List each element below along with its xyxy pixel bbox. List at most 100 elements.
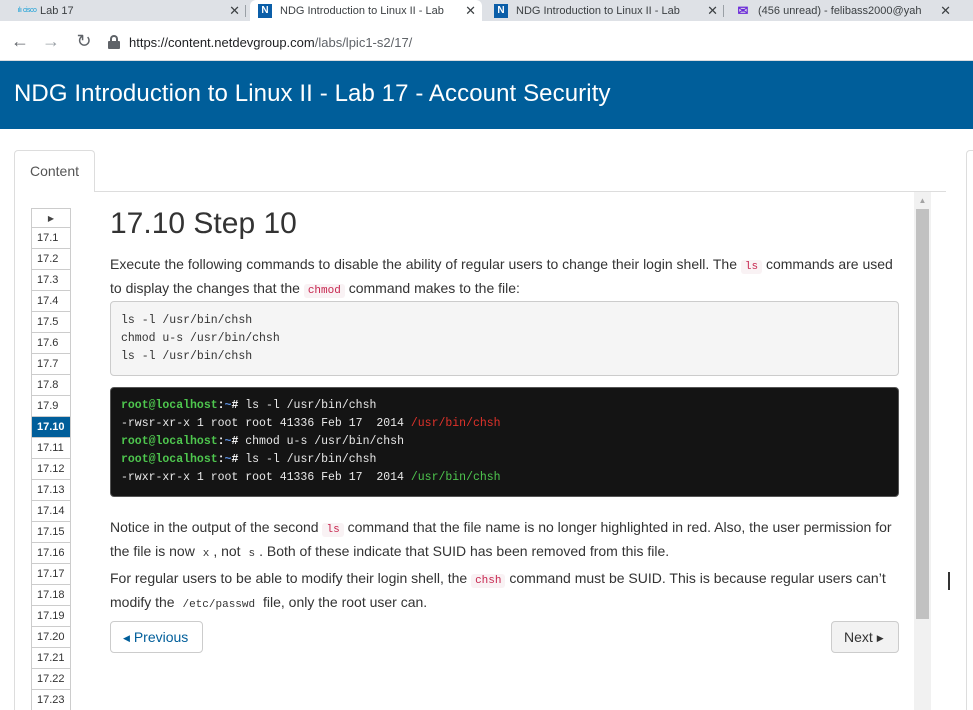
- step-nav-item[interactable]: 17.7: [32, 354, 70, 375]
- scroll-up-arrow-icon[interactable]: ▲: [914, 192, 931, 209]
- step-nav-item[interactable]: 17.2: [32, 249, 70, 270]
- tab-title: NDG Introduction to Linux II - Lab: [280, 4, 444, 17]
- terminal-line: root@localhost:~# ls -l /usr/bin/chsh: [121, 397, 888, 415]
- vertical-scrollbar[interactable]: ▲: [914, 192, 931, 710]
- prompt-user: root@localhost: [121, 435, 218, 448]
- step-nav-item[interactable]: 17.5: [32, 312, 70, 333]
- notice-paragraph: Notice in the output of the second ls co…: [110, 517, 899, 565]
- close-tab-icon[interactable]: ✕: [229, 3, 240, 19]
- page-header: NDG Introduction to Linux II - Lab 17 - …: [0, 61, 973, 129]
- intro-paragraph: Execute the following commands to disabl…: [110, 254, 899, 302]
- tab-separator: [723, 5, 724, 17]
- ndg-n-icon: N: [258, 3, 272, 18]
- forward-arrow-icon[interactable]: →: [40, 30, 62, 52]
- tab-title: NDG Introduction to Linux II - Lab: [516, 4, 680, 17]
- step-nav-item[interactable]: 17.9: [32, 396, 70, 417]
- exec-file-name: /usr/bin/chsh: [410, 471, 501, 484]
- terminal-line: root@localhost:~# chmod u-s /usr/bin/chs…: [121, 433, 888, 451]
- resize-handle[interactable]: [948, 572, 950, 590]
- terminal-command: ls -l /usr/bin/chsh: [238, 453, 377, 466]
- expand-caret-icon[interactable]: ▶: [32, 209, 70, 228]
- step-nav-item[interactable]: 17.23: [32, 690, 70, 710]
- browser-tab-yahoo-mail[interactable]: ✉ (456 unread) - felibass2000@yah ✕: [730, 0, 973, 21]
- step-nav-item[interactable]: 17.22: [32, 669, 70, 690]
- step-nav-item[interactable]: 17.14: [32, 501, 70, 522]
- browser-tab-lab17[interactable]: ılıılı cisco Lab 17 ✕: [18, 0, 246, 21]
- step-nav-item[interactable]: 17.18: [32, 585, 70, 606]
- back-arrow-icon[interactable]: ←: [9, 30, 31, 52]
- step-nav-item[interactable]: 17.19: [32, 606, 70, 627]
- tab-title: Lab 17: [40, 4, 74, 17]
- step-nav-item[interactable]: 17.10: [32, 417, 70, 438]
- lock-icon: [107, 35, 121, 49]
- chevron-right-icon: ▶: [876, 633, 884, 643]
- text: For regular users to be able to modify t…: [110, 570, 472, 586]
- step-nav-item[interactable]: 17.13: [32, 480, 70, 501]
- step-nav-item[interactable]: 17.17: [32, 564, 70, 585]
- command-line: chmod u-s /usr/bin/chsh: [121, 332, 280, 345]
- step-navigation: ▶ 17.1 17.2 17.3 17.4 17.5 17.6 17.7 17.8 17.9 17…: [31, 208, 71, 710]
- text: . Both of these indicate that SUID has b…: [259, 543, 670, 559]
- step-nav-item[interactable]: 17.12: [32, 459, 70, 480]
- inline-code: ls: [740, 260, 763, 274]
- terminal-output: root@localhost:~# ls -l /usr/bin/chsh -r…: [110, 387, 899, 497]
- inline-code: /etc/passwd: [182, 599, 256, 611]
- panel-border: [14, 191, 15, 710]
- prompt-colon: :: [217, 435, 225, 448]
- reload-icon[interactable]: ↻: [73, 30, 95, 52]
- step-nav-item[interactable]: 17.3: [32, 270, 70, 291]
- step-nav-item[interactable]: 17.8: [32, 375, 70, 396]
- next-label: Next: [844, 629, 873, 645]
- step-nav-item[interactable]: 17.15: [32, 522, 70, 543]
- cisco-icon: ılıılı cisco: [18, 7, 37, 14]
- text: Execute the following commands to disabl…: [110, 256, 741, 272]
- close-tab-icon[interactable]: ✕: [707, 3, 718, 19]
- command-line: ls -l /usr/bin/chsh: [121, 314, 253, 327]
- command-block[interactable]: ls -l /usr/bin/chsh chmod u-s /usr/bin/c…: [110, 301, 899, 376]
- text: command makes to the file:: [344, 280, 520, 296]
- tab-divider: [95, 191, 946, 192]
- terminal-output-text: -rwxr-xr-x 1 root root 41336 Feb 17 2014: [121, 471, 411, 484]
- close-tab-icon[interactable]: ✕: [940, 3, 951, 19]
- prompt-user: root@localhost: [121, 453, 218, 466]
- tab-content[interactable]: Content: [14, 150, 95, 192]
- step-nav-item[interactable]: 17.16: [32, 543, 70, 564]
- url-path: /labs/lpic1-s2/17/: [314, 34, 413, 50]
- suid-paragraph: For regular users to be able to modify t…: [110, 568, 899, 616]
- ndg-n-icon: N: [494, 3, 508, 18]
- step-nav-item[interactable]: 17.4: [32, 291, 70, 312]
- text: Notice in the output of the second: [110, 519, 323, 535]
- close-tab-icon[interactable]: ✕: [465, 3, 476, 19]
- terminal-line: -rwsr-xr-x 1 root root 41336 Feb 17 2014…: [121, 415, 888, 433]
- terminal-output-text: -rwsr-xr-x 1 root root 41336 Feb 17 2014: [121, 417, 411, 430]
- terminal-line: -rwxr-xr-x 1 root root 41336 Feb 17 2014…: [121, 469, 888, 487]
- chevron-left-icon: ◀: [123, 633, 130, 643]
- step-nav-item[interactable]: 17.20: [32, 627, 70, 648]
- terminal-command: ls -l /usr/bin/chsh: [238, 399, 377, 412]
- command-line: ls -l /usr/bin/chsh: [121, 350, 253, 363]
- browser-tab-ndg-active[interactable]: N NDG Introduction to Linux II - Lab ✕: [250, 0, 482, 21]
- inline-code: s: [248, 548, 256, 560]
- terminal-line: root@localhost:~# ls -l /usr/bin/chsh: [121, 451, 888, 469]
- inline-code: ls: [322, 523, 344, 537]
- right-panel-edge: [966, 150, 973, 710]
- prompt-colon: :: [217, 399, 225, 412]
- step-heading: 17.10 Step 10: [110, 207, 297, 240]
- inline-code: x: [202, 548, 210, 560]
- address-bar[interactable]: https://content.netdevgroup.com/labs/lpi…: [107, 30, 967, 54]
- step-nav-item[interactable]: 17.1: [32, 228, 70, 249]
- text: , not: [213, 543, 245, 559]
- yahoo-mail-icon: ✉: [737, 2, 749, 18]
- step-nav-item[interactable]: 17.6: [32, 333, 70, 354]
- terminal-command: chmod u-s /usr/bin/chsh: [238, 435, 404, 448]
- next-button[interactable]: Next ▶: [831, 621, 899, 653]
- previous-button[interactable]: ◀ Previous: [110, 621, 203, 653]
- scrollbar-thumb[interactable]: [916, 209, 929, 619]
- prompt-colon: :: [217, 453, 225, 466]
- prompt-user: root@localhost: [121, 399, 218, 412]
- browser-toolbar: ← → ↻ https://content.netdevgroup.com/la…: [0, 21, 973, 61]
- step-nav-item[interactable]: 17.11: [32, 438, 70, 459]
- browser-tab-ndg[interactable]: N NDG Introduction to Linux II - Lab ✕: [488, 0, 724, 21]
- previous-label: Previous: [133, 629, 189, 645]
- step-nav-item[interactable]: 17.21: [32, 648, 70, 669]
